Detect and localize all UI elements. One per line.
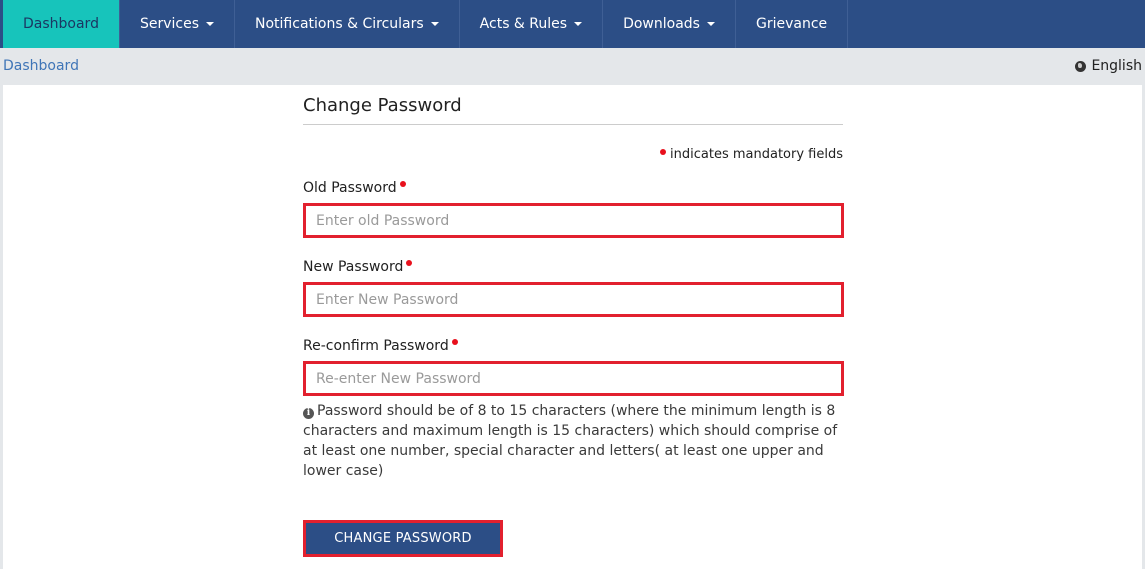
page-title: Change Password bbox=[303, 95, 462, 116]
info-icon: i bbox=[303, 408, 314, 419]
mandatory-note-text: indicates mandatory fields bbox=[670, 147, 843, 162]
password-hint: i Password should be of 8 to 15 character… bbox=[303, 401, 848, 481]
nav-acts-rules[interactable]: Acts & Rules bbox=[460, 0, 604, 48]
reconfirm-password-label: Re-confirm Password bbox=[303, 338, 458, 354]
new-password-label-text: New Password bbox=[303, 259, 404, 275]
mandatory-note: indicates mandatory fields bbox=[660, 147, 843, 162]
top-navbar: Dashboard Services Notifications & Circu… bbox=[0, 0, 1145, 48]
caret-down-icon bbox=[706, 22, 715, 26]
globe-icon bbox=[1075, 60, 1087, 72]
breadcrumb-dashboard-link[interactable]: Dashboard bbox=[3, 58, 79, 74]
nav-grievance-label: Grievance bbox=[755, 16, 828, 32]
new-password-field-wrapper bbox=[303, 282, 844, 317]
nav-acts-rules-label: Acts & Rules bbox=[479, 16, 568, 32]
required-dot-icon bbox=[660, 149, 667, 155]
language-label: English bbox=[1091, 58, 1142, 74]
nav-notifications-label: Notifications & Circulars bbox=[255, 16, 424, 32]
reconfirm-password-label-text: Re-confirm Password bbox=[303, 338, 449, 354]
nav-dashboard[interactable]: Dashboard bbox=[3, 0, 120, 48]
nav-services-label: Services bbox=[139, 16, 200, 32]
main-content: Change Password indicates mandatory fiel… bbox=[3, 85, 1142, 569]
reconfirm-password-field-wrapper bbox=[303, 361, 844, 396]
reconfirm-password-input[interactable] bbox=[306, 364, 841, 393]
required-dot-icon bbox=[406, 260, 413, 266]
nav-downloads[interactable]: Downloads bbox=[603, 0, 736, 48]
nav-services[interactable]: Services bbox=[120, 0, 236, 48]
caret-down-icon bbox=[430, 22, 439, 26]
caret-down-icon bbox=[574, 22, 583, 26]
required-dot-icon bbox=[451, 339, 458, 345]
nav-grievance[interactable]: Grievance bbox=[736, 0, 849, 48]
change-password-button[interactable]: CHANGE PASSWORD bbox=[303, 520, 503, 557]
old-password-label-text: Old Password bbox=[303, 180, 397, 196]
nav-dashboard-label: Dashboard bbox=[23, 16, 99, 32]
caret-down-icon bbox=[206, 22, 215, 26]
nav-notifications-circulars[interactable]: Notifications & Circulars bbox=[235, 0, 460, 48]
new-password-input[interactable] bbox=[306, 285, 841, 314]
nav-downloads-label: Downloads bbox=[623, 16, 700, 32]
breadcrumb-bar: Dashboard English bbox=[0, 48, 1145, 85]
old-password-input[interactable] bbox=[306, 206, 841, 235]
password-hint-text: Password should be of 8 to 15 characters… bbox=[303, 403, 838, 479]
title-divider bbox=[303, 124, 843, 125]
language-selector[interactable]: English bbox=[1075, 58, 1142, 74]
required-dot-icon bbox=[399, 181, 406, 187]
old-password-label: Old Password bbox=[303, 180, 406, 196]
new-password-label: New Password bbox=[303, 259, 413, 275]
old-password-field-wrapper bbox=[303, 203, 844, 238]
change-password-button-label: CHANGE PASSWORD bbox=[334, 531, 472, 546]
